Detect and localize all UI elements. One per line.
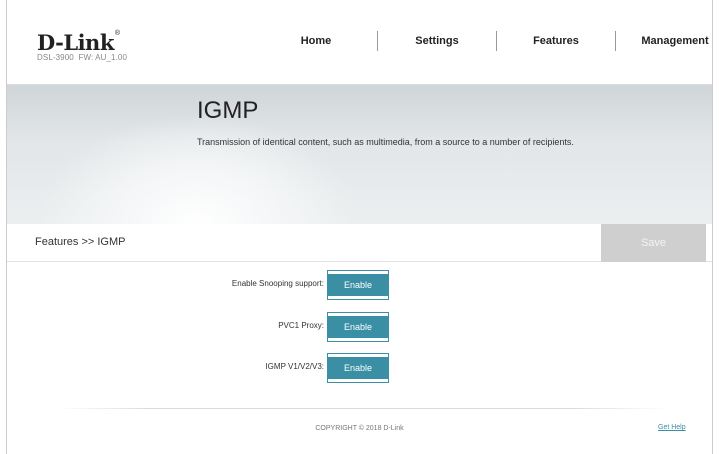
- device-info: DSL-3900 FW: AU_1.00: [37, 53, 127, 62]
- main-nav: Home Settings Features Management: [255, 31, 719, 51]
- toggle-state: Enable: [328, 357, 388, 379]
- copyright-text: COPYRIGHT © 2018 D-Link: [315, 425, 404, 432]
- pvc1-proxy-toggle[interactable]: Enable: [327, 312, 401, 342]
- toggle-knob: [388, 270, 401, 300]
- igmp-version-label: IGMP V1/V2/V3:: [265, 362, 324, 371]
- breadcrumb-bar: Features >> IGMP Save: [7, 224, 712, 262]
- igmp-version-setting-row: IGMP V1/V2/V3: Enable: [7, 353, 712, 383]
- nav-home[interactable]: Home: [255, 35, 377, 47]
- page-banner: IGMP Transmission of identical content, …: [7, 84, 712, 224]
- logo-text: D-Link: [37, 30, 114, 55]
- footer-divider: [57, 408, 667, 409]
- nav-settings[interactable]: Settings: [378, 35, 496, 47]
- nav-management[interactable]: Management: [616, 35, 719, 47]
- toggle-knob: [388, 312, 401, 342]
- snooping-label: Enable Snooping support:: [231, 279, 324, 288]
- breadcrumb: Features >> IGMP: [35, 236, 126, 248]
- trademark-mark: ®: [114, 30, 120, 37]
- save-button[interactable]: Save: [601, 224, 706, 262]
- model-name: DSL-3900: [37, 53, 74, 62]
- pvc1-proxy-label: PVC1 Proxy:: [278, 321, 324, 330]
- header: D-Link® DSL-3900 FW: AU_1.00 Home Settin…: [7, 0, 712, 84]
- igmp-version-toggle[interactable]: Enable: [327, 353, 401, 383]
- nav-features[interactable]: Features: [497, 35, 615, 47]
- snooping-setting-row: Enable Snooping support: Enable: [7, 270, 712, 300]
- firmware-version: FW: AU_1.00: [78, 53, 128, 62]
- router-page: D-Link® DSL-3900 FW: AU_1.00 Home Settin…: [6, 0, 713, 454]
- toggle-state: Enable: [328, 274, 388, 296]
- get-help-link[interactable]: Get Help: [658, 424, 686, 431]
- toggle-knob: [388, 353, 401, 383]
- pvc1-proxy-setting-row: PVC1 Proxy: Enable: [7, 312, 712, 342]
- page-description: Transmission of identical content, such …: [197, 137, 574, 147]
- page-title: IGMP: [197, 97, 259, 124]
- toggle-state: Enable: [328, 316, 388, 338]
- dlink-logo[interactable]: D-Link®: [37, 30, 120, 55]
- snooping-toggle[interactable]: Enable: [327, 270, 401, 300]
